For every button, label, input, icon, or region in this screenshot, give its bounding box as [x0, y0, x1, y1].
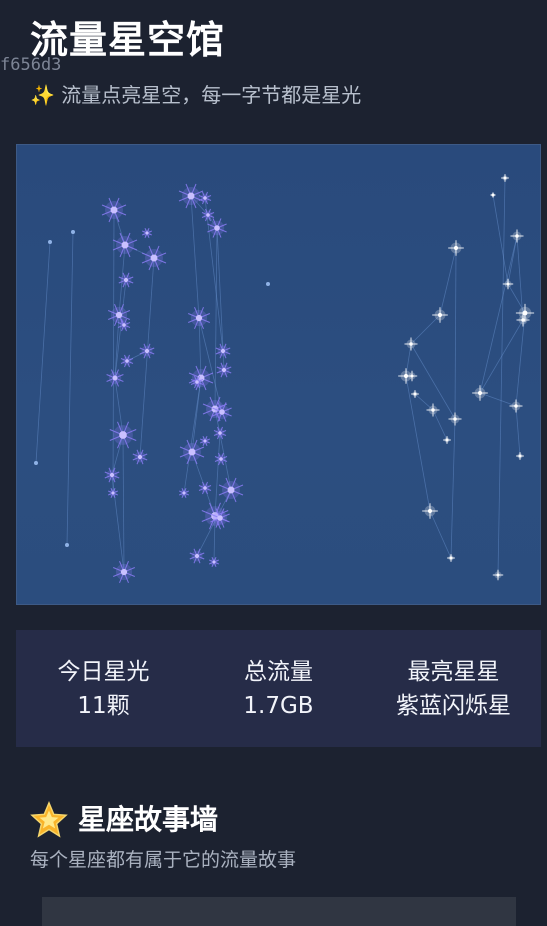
- constellation-line: [35, 241, 51, 464]
- constellation-line: [479, 235, 518, 394]
- white-star[interactable]: [502, 278, 514, 290]
- starry-sky-svg: [34, 174, 535, 583]
- white-star[interactable]: [516, 452, 524, 460]
- overlay-code-text: f656d3: [0, 55, 62, 75]
- white-star[interactable]: [443, 436, 451, 444]
- purple-star[interactable]: [198, 191, 212, 205]
- purple-star[interactable]: [108, 488, 118, 498]
- white-star[interactable]: [448, 240, 464, 256]
- constellation-line: [66, 231, 74, 546]
- stat-total-label: 总流量: [244, 658, 313, 685]
- purple-star[interactable]: [189, 548, 205, 564]
- purple-star[interactable]: [200, 436, 210, 446]
- faint-star[interactable]: [65, 543, 69, 547]
- stat-total: 总流量 1.7GB: [199, 655, 359, 723]
- page: 流量星空馆 f656d3 ✨ 流量点亮星空，每一字节都是星光 今日星光 11颗 …: [0, 0, 547, 926]
- story-wall-title: 星座故事墙: [30, 800, 218, 840]
- stat-today-label: 今日星光: [57, 658, 150, 685]
- stat-total-value: 1.7GB: [243, 692, 314, 719]
- white-star[interactable]: [448, 412, 462, 426]
- constellation-line: [214, 432, 221, 517]
- constellation-line: [429, 510, 452, 559]
- constellation-line: [139, 257, 155, 458]
- constellation-line: [439, 247, 457, 316]
- faint-star[interactable]: [71, 230, 75, 234]
- white-star[interactable]: [447, 554, 455, 562]
- purple-star[interactable]: [104, 467, 120, 483]
- purple-star[interactable]: [142, 228, 152, 238]
- stat-brightest: 最亮星星 紫蓝闪烁星: [374, 655, 534, 723]
- purple-star[interactable]: [188, 365, 214, 391]
- constellation-line: [214, 227, 218, 410]
- white-star[interactable]: [509, 399, 523, 413]
- stat-today-value: 11颗: [77, 692, 130, 719]
- constellation-line: [112, 209, 115, 494]
- purple-star[interactable]: [118, 272, 134, 288]
- constellation-line: [198, 317, 202, 379]
- white-star[interactable]: [472, 385, 488, 401]
- constellation-line: [492, 194, 509, 285]
- purple-star[interactable]: [101, 197, 127, 223]
- purple-star[interactable]: [207, 218, 227, 238]
- purple-star[interactable]: [132, 449, 148, 465]
- constellation-line: [507, 235, 518, 285]
- glowing-star-icon: [30, 801, 68, 838]
- purple-star[interactable]: [218, 477, 244, 503]
- purple-star[interactable]: [141, 245, 167, 271]
- purple-star[interactable]: [188, 307, 210, 329]
- page-subtitle: ✨ 流量点亮星空，每一字节都是星光: [30, 83, 362, 107]
- purple-star[interactable]: [179, 488, 189, 498]
- constellation-line: [122, 434, 125, 573]
- white-star[interactable]: [510, 229, 524, 243]
- purple-star[interactable]: [214, 452, 228, 466]
- constellation-line: [454, 247, 457, 420]
- purple-star[interactable]: [106, 369, 124, 387]
- purple-star[interactable]: [109, 421, 137, 449]
- constellation-line: [190, 195, 200, 319]
- purple-star[interactable]: [179, 439, 205, 465]
- constellation-line: [516, 235, 524, 321]
- purple-star[interactable]: [216, 362, 232, 378]
- white-star[interactable]: [501, 174, 509, 182]
- story-wall-subtitle: 每个星座都有属于它的流量故事: [30, 849, 297, 871]
- faint-star[interactable]: [48, 240, 52, 244]
- story-wall-title-text: 星座故事墙: [78, 803, 219, 836]
- purple-star[interactable]: [139, 343, 155, 359]
- white-star[interactable]: [490, 192, 496, 198]
- constellation-line: [497, 177, 506, 576]
- constellation-line: [183, 377, 202, 494]
- starry-sky-canvas[interactable]: [16, 144, 541, 605]
- purple-star[interactable]: [120, 354, 134, 368]
- stat-brightest-value: 紫蓝闪烁星: [396, 692, 511, 719]
- purple-star[interactable]: [113, 561, 135, 583]
- purple-star[interactable]: [215, 343, 231, 359]
- stat-brightest-label: 最亮星星: [407, 658, 500, 685]
- constellation-line: [515, 312, 526, 407]
- white-star[interactable]: [422, 503, 438, 519]
- purple-star[interactable]: [213, 426, 227, 440]
- faint-star[interactable]: [34, 461, 38, 465]
- purple-star[interactable]: [198, 481, 212, 495]
- constellation-line: [515, 405, 521, 457]
- faint-star[interactable]: [266, 282, 270, 286]
- stat-today: 今日星光 11颗: [24, 655, 184, 723]
- constellation-line: [479, 392, 517, 407]
- purple-star[interactable]: [112, 232, 138, 258]
- stats-panel: 今日星光 11颗 总流量 1.7GB 最亮星星 紫蓝闪烁星: [16, 630, 541, 747]
- story-card[interactable]: [42, 897, 516, 926]
- constellation-line: [410, 314, 441, 345]
- constellation-line: [450, 418, 456, 559]
- white-star[interactable]: [492, 569, 504, 581]
- purple-star[interactable]: [209, 557, 219, 567]
- constellation-line: [432, 409, 448, 441]
